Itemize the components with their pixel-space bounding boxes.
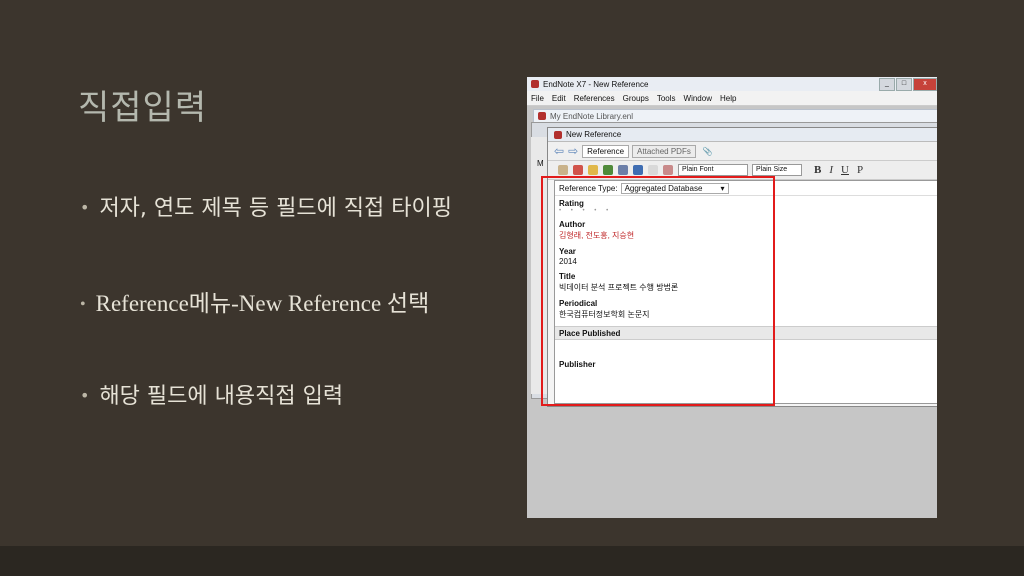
menu-edit[interactable]: Edit <box>552 94 566 103</box>
bold-button[interactable]: B <box>814 164 821 176</box>
menu-groups[interactable]: Groups <box>623 94 649 103</box>
menu-window[interactable]: Window <box>684 94 712 103</box>
toolbar-icon-8[interactable] <box>663 165 673 175</box>
bullet-1-text: 저자, 연도 제목 등 필드에 직접 타이핑 <box>99 196 452 221</box>
forward-arrow-icon[interactable]: ⇨ <box>568 144 578 158</box>
endnote-app-icon <box>531 80 539 88</box>
reference-window-titlebar: New Reference <box>548 128 937 142</box>
footer-band <box>0 546 1024 576</box>
bullet-3: • 해당 필드에 내용직접 입력 <box>80 378 343 410</box>
paperclip-icon[interactable]: 📎 <box>703 147 713 156</box>
bullet-3-text: 해당 필드에 내용직접 입력 <box>99 384 344 409</box>
endnote-screenshot: EndNote X7 - New Reference _ □ x File Ed… <box>527 77 937 518</box>
menu-references[interactable]: References <box>574 94 615 103</box>
window-controls: _ □ x <box>878 78 937 91</box>
reference-window-icon <box>554 130 562 139</box>
tab-attached-pdfs[interactable]: Attached PDFs <box>632 144 696 158</box>
toolbar-icon-2[interactable] <box>573 165 583 175</box>
size-select[interactable]: Plain Size <box>752 164 802 176</box>
close-button[interactable]: x <box>913 78 937 91</box>
tab-reference[interactable]: Reference <box>582 144 630 158</box>
bullet-dot-icon: • <box>80 198 90 217</box>
bullet-2-text: Reference메뉴-New Reference 선택 <box>95 291 430 316</box>
maximize-button[interactable]: □ <box>896 78 912 91</box>
window-title: EndNote X7 - New Reference <box>543 79 649 89</box>
toolbar-icon-7[interactable] <box>648 165 658 175</box>
endnote-titlebar: EndNote X7 - New Reference _ □ x <box>527 77 937 91</box>
menu-file[interactable]: File <box>531 94 544 103</box>
library-icon <box>538 112 546 120</box>
bullet-dot-icon: • <box>80 386 90 405</box>
back-arrow-icon[interactable]: ⇦ <box>554 144 564 158</box>
italic-button[interactable]: I <box>829 164 833 176</box>
menu-tools[interactable]: Tools <box>657 94 676 103</box>
bullet-1: • 저자, 연도 제목 등 필드에 직접 타이핑 <box>80 190 452 222</box>
slide-title: 직접입력 <box>78 88 208 128</box>
library-title: My EndNote Library.enl <box>550 111 633 121</box>
minimize-button[interactable]: _ <box>879 78 895 91</box>
reference-window-title: New Reference <box>566 130 622 139</box>
check-icon[interactable] <box>603 165 613 175</box>
bullet-dot-icon: • <box>80 296 86 313</box>
menu-help[interactable]: Help <box>720 94 736 103</box>
underline-button[interactable]: U <box>841 164 849 176</box>
toolbar-icon-5[interactable] <box>618 165 628 175</box>
highlight-box <box>541 176 775 406</box>
library-titlebar: My EndNote Library.enl <box>533 109 937 123</box>
reference-tabs-bar: ⇦ ⇨ Reference Attached PDFs 📎 <box>548 142 937 161</box>
bullet-2: • Reference메뉴-New Reference 선택 <box>80 284 429 318</box>
plain-button[interactable]: P <box>857 164 863 176</box>
menu-bar: File Edit References Groups Tools Window… <box>527 91 937 106</box>
toolbar-icon-1[interactable] <box>558 165 568 175</box>
folder-icon[interactable] <box>588 165 598 175</box>
link-icon[interactable] <box>633 165 643 175</box>
font-select[interactable]: Plain Font <box>678 164 748 176</box>
